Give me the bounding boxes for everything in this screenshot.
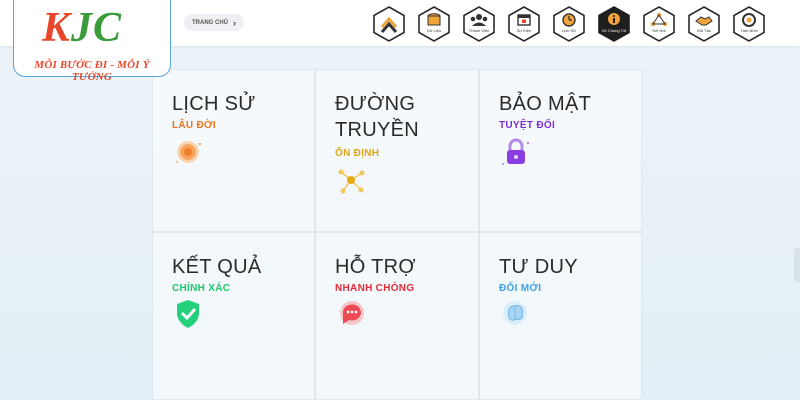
logo-slogan: MỖI BƯỚC ĐI - MỖI Ý TƯỞNG <box>34 59 150 83</box>
features-grid: LỊCH SỬ LÂU ĐỜI ĐƯỜNG TRUYỀN ỔN ĐỊNH BẢO… <box>152 69 642 400</box>
members-icon <box>463 6 495 42</box>
info-icon <box>598 6 630 42</box>
shield-check-icon <box>172 297 206 331</box>
network-icon <box>643 6 675 42</box>
padlock-icon <box>499 136 533 170</box>
nav-vision[interactable]: Tầm Nhìn <box>728 6 773 44</box>
nav-label-history: Lịch Sử <box>562 28 576 33</box>
feature-card-support: HỖ TRỢ NHANH CHÓNG <box>315 232 479 400</box>
feature-subtitle: TUYỆT ĐỐI <box>499 120 556 131</box>
feature-title: ĐƯỜNG TRUYỀN <box>335 93 420 141</box>
feature-subtitle: ĐỔI MỚI <box>499 283 542 294</box>
nav-label-events: Sự Kiện <box>516 28 532 33</box>
nav-label-connect: Kết Nối <box>652 28 666 33</box>
clock-icon <box>553 6 585 42</box>
nav-partners[interactable]: Đối Tác <box>683 6 728 44</box>
feature-subtitle: LÂU ĐỜI <box>172 120 216 131</box>
nav-data[interactable]: Dữ Liệu <box>413 6 458 44</box>
feature-card-innovation: TƯ DUY ĐỔI MỚI <box>479 232 642 400</box>
sun-globe-icon <box>172 136 206 170</box>
handshake-icon <box>688 6 720 42</box>
feature-card-history: LỊCH SỬ LÂU ĐỜI <box>152 69 315 232</box>
breadcrumb-home[interactable]: TRANG CHỦ <box>192 20 228 26</box>
feature-title: TƯ DUY <box>499 256 578 278</box>
feature-card-connection: ĐƯỜNG TRUYỀN ỔN ĐỊNH <box>315 69 479 232</box>
nav-label-vision: Tầm Nhìn <box>740 28 758 33</box>
feature-subtitle: NHANH CHÓNG <box>335 283 415 294</box>
brain-icon <box>499 297 533 331</box>
target-icon <box>733 6 765 42</box>
nav-label-about: Về Chúng Tôi <box>601 28 627 33</box>
nav-label-data: Dữ Liệu <box>426 28 442 33</box>
chevron-right-icon: › <box>233 17 236 28</box>
feature-title: BẢO MẬT <box>499 93 592 115</box>
feature-subtitle: CHÍNH XÁC <box>172 283 231 294</box>
chat-bubble-icon <box>335 297 369 331</box>
nav-connect[interactable]: Kết Nối <box>638 6 683 44</box>
feature-card-security: BẢO MẬT TUYỆT ĐỐI <box>479 69 642 232</box>
feature-subtitle: ỔN ĐỊNH <box>335 148 380 159</box>
nav-about[interactable]: Về Chúng Tôi <box>593 6 638 44</box>
nav-label-partners: Đối Tác <box>697 28 711 33</box>
feature-title: HỖ TRỢ <box>335 256 416 278</box>
logo-wordmark: KJC <box>42 5 123 51</box>
logo[interactable]: KJC MỖI BƯỚC ĐI - MỖI Ý TƯỞNG <box>13 0 171 83</box>
nav-history[interactable]: Lịch Sử <box>548 6 593 44</box>
breadcrumb[interactable]: TRANG CHỦ › <box>184 14 244 31</box>
feature-title: LỊCH SỬ <box>172 93 256 115</box>
home-chevron-icon <box>373 6 405 42</box>
nav-home[interactable] <box>368 6 413 44</box>
nav-members[interactable]: Thành Viên <box>458 6 503 44</box>
nav-label-members: Thành Viên <box>468 28 490 33</box>
feature-card-results: KẾT QUẢ CHÍNH XÁC <box>152 232 315 400</box>
connection-nodes-icon <box>335 164 369 198</box>
feature-title: KẾT QUẢ <box>172 256 262 278</box>
nav-events[interactable]: Sự Kiện <box>503 6 548 44</box>
top-nav: Dữ Liệu Thành Viên Sự Kiện Lịch Sử Về Ch… <box>368 6 773 44</box>
calendar-icon <box>508 6 540 42</box>
database-icon <box>418 6 450 42</box>
scrollbar-handle[interactable] <box>794 248 800 282</box>
